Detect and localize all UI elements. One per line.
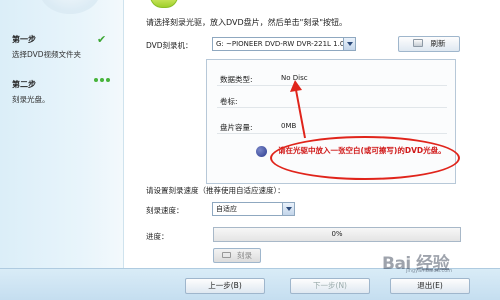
speed-select[interactable]: 自适应 bbox=[212, 202, 295, 216]
exit-button[interactable]: 退出(E) bbox=[390, 278, 470, 294]
chevron-down-icon[interactable] bbox=[282, 203, 294, 215]
next-button[interactable]: 下一步(N) bbox=[290, 278, 370, 294]
speed-label: 刻录速度： bbox=[146, 206, 184, 215]
watermark-url: jingyan.baidu.com bbox=[406, 268, 453, 274]
speed-hint: 请设置刻录速度（推荐使用自适应速度）： bbox=[146, 186, 285, 195]
progress-text: 0% bbox=[331, 230, 343, 238]
progress-bar: 0% bbox=[213, 227, 461, 242]
burn-label: 刻录 bbox=[237, 251, 252, 260]
burn-icon bbox=[222, 252, 231, 258]
prev-button[interactable]: 上一步(B) bbox=[185, 278, 265, 294]
annotation-ellipse bbox=[270, 136, 460, 180]
progress-label: 进度： bbox=[146, 232, 169, 241]
burn-button[interactable]: 刻录 bbox=[213, 248, 261, 263]
speed-select-value: 自适应 bbox=[216, 205, 237, 213]
